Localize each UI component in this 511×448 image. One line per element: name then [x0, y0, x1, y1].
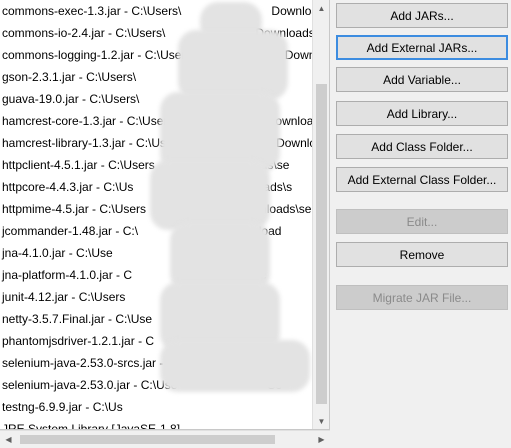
jar-path: C:\Us: [103, 180, 134, 194]
jar-name: gson-2.3.1.jar: [2, 70, 76, 84]
jar-path: C:\Users\: [131, 4, 182, 18]
edit-button[interactable]: Edit...: [336, 209, 508, 234]
jar-name: selenium-java-2.53.0-srcs.jar: [2, 356, 157, 370]
jar-separator: -: [65, 246, 77, 260]
jar-path: C:\Users: [108, 158, 155, 172]
jar-name: jna-4.1.0.jar: [2, 246, 66, 260]
add-external-jars-button[interactable]: Add External JARs...: [336, 35, 508, 60]
jar-name: httpclient-4.5.1.jar: [2, 158, 98, 172]
jar-name: phantomjsdriver-1.2.1.jar: [2, 334, 135, 348]
jar-list-item[interactable]: commons-exec-1.3.jar - C:\Users\ Downloa: [0, 0, 312, 22]
jar-separator: -: [125, 136, 137, 150]
jar-separator: -: [97, 158, 109, 172]
scroll-down-arrow-icon[interactable]: ▼: [313, 413, 329, 429]
jar-separator: -: [88, 202, 100, 216]
jar-path: C:\Use: [115, 312, 153, 326]
jar-name: JRE System Library [JavaSE-1.8]: [2, 422, 181, 430]
jar-name: commons-io-2.4.jar: [2, 26, 105, 40]
jar-path: C:\Use: [76, 246, 113, 260]
jar-name: httpcore-4.4.3.jar: [2, 180, 93, 194]
jar-separator: -: [68, 290, 79, 304]
jar-separator: -: [104, 312, 116, 326]
jar-path: C:\Users\: [115, 26, 166, 40]
jar-name: hamcrest-library-1.3.jar: [2, 136, 126, 150]
vertical-scrollbar[interactable]: ▲ ▼: [312, 0, 329, 429]
jar-path: C: [123, 268, 133, 282]
jar-name: netty-3.5.7.Final.jar: [2, 312, 105, 326]
redaction-blur: [160, 340, 310, 392]
jar-name: commons-logging-1.2.jar: [2, 48, 135, 62]
jar-separator: -: [116, 114, 127, 128]
remove-button[interactable]: Remove: [336, 242, 508, 267]
jar-name: guava-19.0.jar: [2, 92, 79, 106]
jar-name: httpmime-4.5.jar: [2, 202, 89, 216]
horizontal-scroll-thumb[interactable]: [20, 435, 275, 444]
jar-separator: -: [112, 268, 124, 282]
vertical-scroll-thumb[interactable]: [316, 84, 327, 404]
jar-path-tail: Downloa: [271, 4, 312, 18]
jar-path: C:\Users: [78, 290, 126, 304]
build-path-libraries-panel: commons-exec-1.3.jar - C:\Users\Downloac…: [0, 0, 511, 448]
jar-path: C: [145, 334, 155, 348]
jar-separator: -: [78, 92, 90, 106]
jar-path-tail: Down: [284, 48, 312, 62]
jar-name: commons-exec-1.3.jar: [2, 4, 121, 18]
jar-path: C:\Us: [92, 400, 123, 414]
jar-separator: -: [134, 48, 145, 62]
jar-separator: -: [134, 334, 146, 348]
jar-path: C:\Users\: [86, 70, 137, 84]
scroll-left-arrow-icon[interactable]: ◀: [0, 431, 17, 448]
jar-separator: -: [112, 224, 123, 238]
add-variable-button[interactable]: Add Variable...: [336, 67, 508, 92]
jar-name: hamcrest-core-1.3.jar: [2, 114, 117, 128]
jar-separator: -: [75, 70, 87, 84]
migrate-jar-button[interactable]: Migrate JAR File...: [336, 285, 508, 310]
horizontal-scrollbar[interactable]: ◀ ▶: [0, 430, 330, 448]
add-library-button[interactable]: Add Library...: [336, 101, 508, 126]
scroll-right-arrow-icon[interactable]: ▶: [313, 431, 330, 448]
jar-separator: -: [82, 400, 93, 414]
jar-list-item[interactable]: testng-6.9.9.jar - C:\Us: [0, 396, 312, 418]
jar-separator: -: [104, 26, 116, 40]
scroll-up-arrow-icon[interactable]: ▲: [313, 0, 329, 17]
add-external-class-folder-button[interactable]: Add External Class Folder...: [336, 167, 508, 192]
jar-separator: -: [130, 378, 141, 392]
jar-path: C:\: [122, 224, 139, 238]
redaction-blur: [150, 160, 270, 230]
redaction-blur: [178, 30, 288, 100]
jar-path: C:\Users\: [89, 92, 140, 106]
jar-list-item[interactable]: JRE System Library [JavaSE-1.8]: [0, 418, 312, 430]
jar-path-tail: Downlc: [276, 136, 312, 150]
jar-name: jcommander-1.48.jar: [2, 224, 113, 238]
jar-name: junit-4.12.jar: [2, 290, 69, 304]
jar-separator: -: [92, 180, 104, 194]
jar-name: jna-platform-4.1.0.jar: [2, 268, 113, 282]
jar-separator: -: [120, 4, 132, 18]
jar-name: testng-6.9.9.jar: [2, 400, 83, 414]
jar-list[interactable]: commons-exec-1.3.jar - C:\Users\Downloac…: [0, 0, 330, 430]
jar-path: C:\Users: [99, 202, 147, 216]
add-class-folder-button[interactable]: Add Class Folder...: [336, 134, 508, 159]
add-jars-button[interactable]: Add JARs...: [336, 3, 508, 28]
jar-name: selenium-java-2.53.0.jar: [2, 378, 131, 392]
